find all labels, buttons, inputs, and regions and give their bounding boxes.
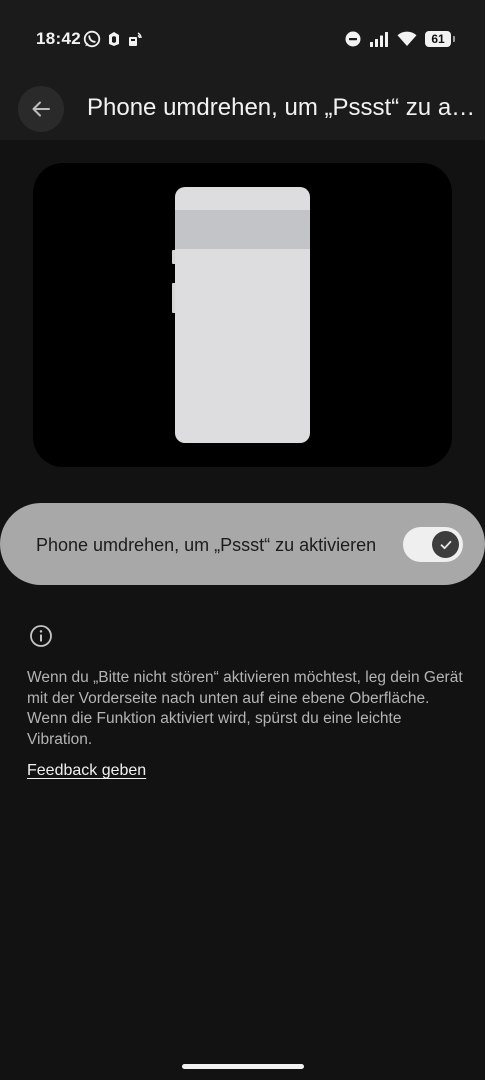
flip-to-shhh-toggle-row[interactable]: Phone umdrehen, um „Pssst“ zu aktivieren xyxy=(0,503,485,585)
phone-illustration xyxy=(175,187,310,443)
wifi-icon xyxy=(397,31,417,46)
top-app-bar: Phone umdrehen, um „Pssst“ zu aktivieren xyxy=(0,80,485,140)
info-description: Wenn du „Bitte nicht stören“ aktivieren … xyxy=(27,669,463,748)
arrow-left-icon xyxy=(32,101,50,117)
signal-icon xyxy=(370,32,388,47)
status-bar: 18:42 61 xyxy=(0,0,485,80)
phone-camera-band xyxy=(175,210,310,249)
notification-app-icon xyxy=(109,32,119,46)
switch-thumb xyxy=(432,531,459,558)
check-icon xyxy=(440,540,451,549)
page-title: Phone umdrehen, um „Pssst“ zu aktivieren xyxy=(87,94,477,121)
settings-screen: 18:42 61 Phone umdrehen, um „Pssst“ zu a… xyxy=(0,0,485,1080)
battery-icon: 61 xyxy=(425,31,455,47)
flip-to-shhh-switch[interactable] xyxy=(403,527,463,562)
feedback-link[interactable]: Feedback geben xyxy=(27,762,146,780)
status-notification-icons xyxy=(83,29,143,49)
toggle-label: Phone umdrehen, um „Pssst“ zu aktivieren xyxy=(36,535,377,555)
do-not-disturb-icon xyxy=(345,31,361,47)
status-system-icons: 61 xyxy=(345,29,455,49)
status-time: 18:42 xyxy=(36,29,81,48)
info-icon xyxy=(30,625,52,647)
gesture-nav-handle[interactable] xyxy=(182,1064,304,1069)
whatsapp-icon xyxy=(83,30,101,48)
back-button[interactable] xyxy=(18,86,64,132)
cast-app-icon xyxy=(129,32,142,46)
flip-phone-illustration xyxy=(33,163,452,467)
